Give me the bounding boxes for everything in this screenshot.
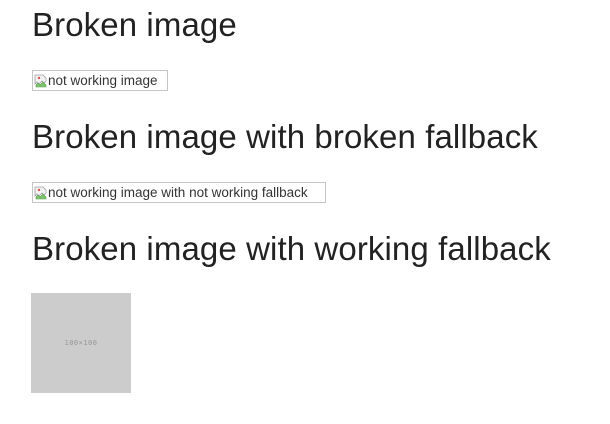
placeholder-dimensions-label: 100×100: [64, 339, 98, 347]
broken-image-icon: [34, 74, 48, 88]
section-heading-working-fallback: Broken image with working fallback: [32, 230, 551, 267]
section-heading-broken-fallback: Broken image with broken fallback: [32, 118, 538, 155]
section-heading-broken-image: Broken image: [32, 6, 237, 43]
broken-image-icon: [34, 186, 48, 200]
fallback-placeholder-image: 100×100: [31, 293, 131, 393]
broken-image: not working image: [32, 70, 168, 91]
image-alt-text: not working image: [48, 72, 158, 88]
image-alt-text: not working image with not working fallb…: [48, 184, 308, 200]
broken-image-broken-fallback: not working image with not working fallb…: [32, 182, 326, 203]
